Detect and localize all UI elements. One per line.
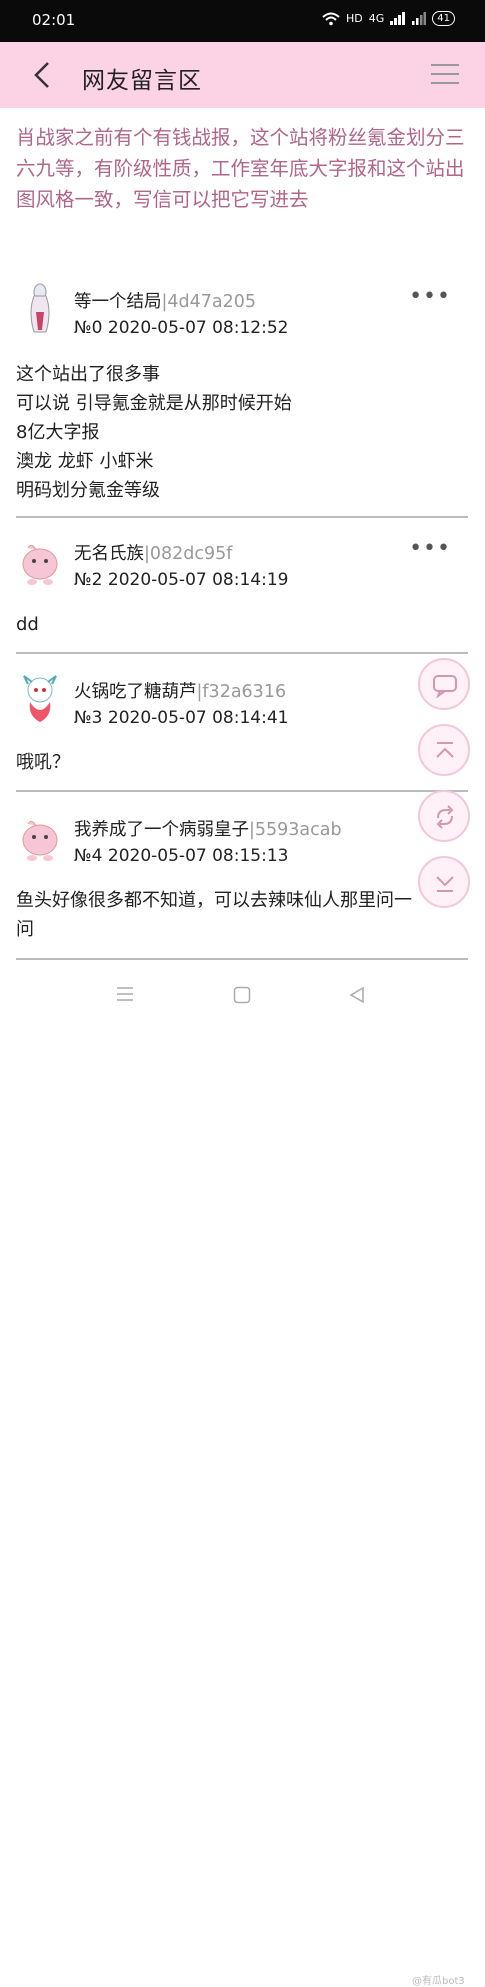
avatar[interactable] [18,812,62,864]
post-meta: №0 2020-05-07 08:12:52 [74,318,289,338]
avatar[interactable] [18,282,62,334]
post-author: 我养成了一个病弱皇子|5593acab [74,816,342,841]
more-options-icon[interactable]: ••• [409,536,451,561]
post-author: 等一个结局|4d47a205 [74,288,256,313]
comment-button[interactable] [418,658,470,710]
post-author: 无名氏族|082dc95f [74,540,232,565]
author-name: 我养成了一个病弱皇子 [74,820,249,840]
post-meta: №4 2020-05-07 08:15:13 [74,846,289,866]
author-name: 火锅吃了糖葫芦 [74,682,197,702]
watermark: @有瓜bot3 [412,1976,465,1987]
author-name: 无名氏族 [74,544,144,564]
status-bar: 02:01 HD 4G 41 [0,0,485,42]
wifi-icon [322,12,340,25]
arrow-up-icon [436,742,454,758]
divider [16,652,468,654]
comment-icon [433,675,457,698]
avatar[interactable] [18,536,62,588]
signal-icon [390,12,406,25]
post-meta: №3 2020-05-07 08:14:41 [74,708,289,728]
divider [16,958,468,960]
scroll-bottom-button[interactable] [418,856,470,908]
refresh-button[interactable] [418,790,470,842]
status-time: 02:01 [32,11,76,29]
home-nav-icon[interactable] [233,986,251,1004]
author-hash: |082dc95f [144,544,233,564]
more-options-icon[interactable]: ••• [409,284,451,309]
system-nav-bar: @有瓜bot3 [0,966,485,1987]
post-content: 哦吼？ [16,752,70,773]
back-nav-icon[interactable] [348,986,366,1004]
divider [16,516,468,518]
author-name: 等一个结局 [74,292,162,312]
divider [16,790,468,792]
signal-icon-2 [412,12,427,25]
status-icons: HD 4G 41 [322,11,455,26]
page-title: 网友留言区 [82,68,202,94]
avatar[interactable] [18,672,62,724]
menu-icon[interactable] [431,64,459,86]
topic-text: 肖战家之前有个有钱战报，这个站将粉丝氪金划分三六九等，有阶级性质，工作室年底大字… [16,126,465,211]
app-header: 网友留言区 [0,42,485,108]
author-hash: |5593acab [249,820,342,840]
signal-label: 4G [368,12,385,25]
back-arrow-icon[interactable] [30,60,56,90]
scroll-top-button[interactable] [418,724,470,776]
post-meta: №2 2020-05-07 08:14:19 [74,570,289,590]
author-hash: |f32a6316 [196,682,287,702]
menu-nav-icon[interactable] [116,986,134,1002]
post-content: 这个站出了很多事 可以说 引导氪金就是从那时候开始 8亿大字报 澳龙 龙虾 小虾… [16,364,292,501]
post-content: 鱼头好像很多都不知道，可以去辣味仙人那里问一问 [16,890,412,940]
arrow-down-icon [436,876,454,892]
post-content: dd [16,614,39,635]
network-type: HD [345,12,363,25]
post-author: 火锅吃了糖葫芦|f32a6316 [74,678,286,703]
refresh-icon [436,805,454,829]
author-hash: |4d47a205 [161,292,257,312]
battery-icon: 41 [432,11,455,26]
